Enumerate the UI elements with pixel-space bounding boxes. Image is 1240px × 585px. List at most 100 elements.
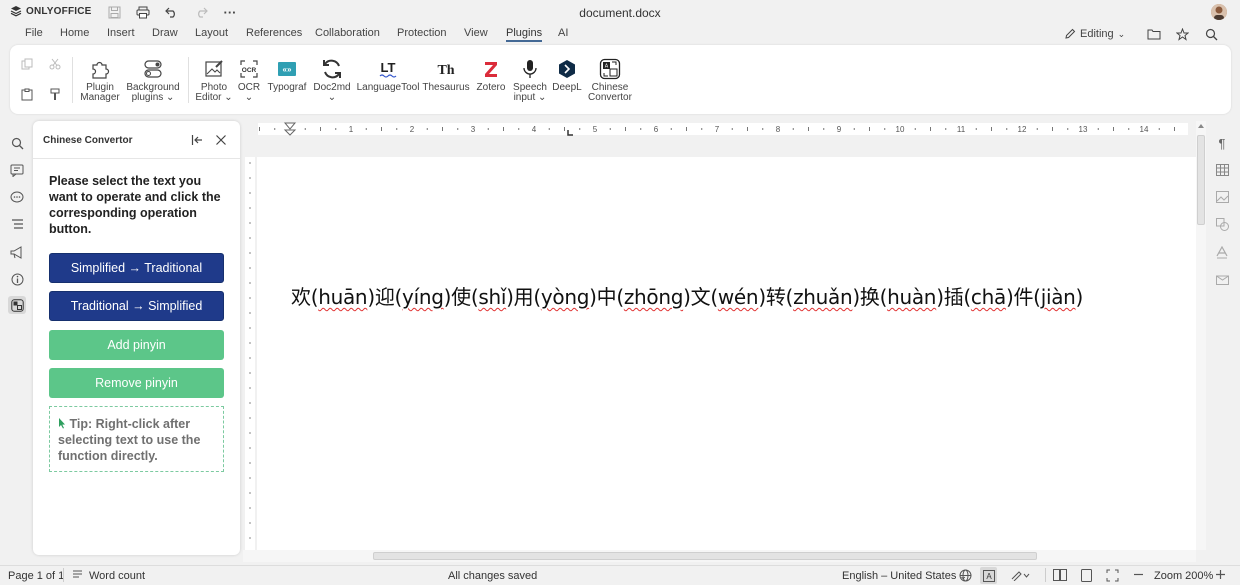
comments-icon[interactable]: [8, 161, 26, 179]
text-art-settings-icon[interactable]: [1213, 243, 1231, 261]
traditional-to-simplified-button[interactable]: Traditional → Simplified: [49, 291, 224, 321]
language-selector[interactable]: English – United States ⌄: [842, 570, 967, 582]
ruler-number: 4: [532, 125, 537, 134]
photo-editor-button[interactable]: Photo Editor ⌄: [194, 57, 234, 103]
mail-merge-icon[interactable]: [1213, 270, 1231, 288]
collapse-panel-icon[interactable]: [191, 134, 203, 146]
chinese-convertor-icon: A: [598, 57, 622, 81]
doc2md-button[interactable]: Doc2md ⌄: [312, 57, 352, 103]
instructions-text: Please select the text you want to opera…: [49, 174, 221, 236]
thesaurus-label: Thesaurus: [422, 82, 470, 93]
languagetool-button[interactable]: LT LanguageTool: [357, 57, 420, 93]
chat-icon[interactable]: [8, 188, 26, 206]
ocr-button[interactable]: OCR OCR ⌄: [234, 57, 264, 103]
chinese-convertor-icon[interactable]: [8, 296, 26, 314]
favorite-star-icon[interactable]: [1173, 25, 1191, 43]
ocr-icon: OCR: [237, 57, 261, 81]
photo-editor-icon: [202, 57, 226, 81]
chinese-convertor-button[interactable]: A Chinese Convertor: [586, 57, 634, 103]
tab-draw[interactable]: Draw: [152, 27, 178, 39]
ruler-number: 2: [410, 125, 415, 134]
tab-file[interactable]: File: [25, 27, 43, 39]
ocr-label-2: ⌄: [244, 92, 254, 103]
plugin-manager-button[interactable]: Plugin Manager: [80, 57, 120, 103]
pinyin-text: zhuǎn: [793, 285, 853, 309]
puzzle-icon: [88, 57, 112, 81]
tab-collaboration[interactable]: Collaboration: [315, 27, 380, 39]
navigation-icon[interactable]: [8, 215, 26, 233]
tab-ai[interactable]: AI: [558, 27, 568, 39]
word-count-icon: [72, 570, 83, 580]
han-character: 文: [690, 285, 711, 309]
zotero-button[interactable]: Zotero: [473, 57, 509, 93]
tab-plugins[interactable]: Plugins: [506, 27, 543, 42]
close-icon[interactable]: [215, 134, 227, 146]
editing-mode-dropdown[interactable]: Editing ⌄: [1064, 28, 1125, 40]
svg-text:A: A: [605, 64, 609, 70]
document-title: document.docx: [579, 6, 661, 20]
ruler-text-area: [258, 123, 1188, 135]
cut-icon[interactable]: [49, 58, 61, 70]
table-settings-icon[interactable]: [1213, 161, 1231, 179]
pinyin-text: huàn: [887, 285, 937, 309]
tab-references[interactable]: References: [246, 27, 302, 39]
vertical-scrollbar[interactable]: [1196, 121, 1206, 550]
tab-protection[interactable]: Protection: [397, 27, 447, 39]
document-page[interactable]: [257, 157, 1196, 550]
ruler-number: 3: [471, 125, 476, 134]
info-icon[interactable]: [8, 270, 26, 288]
format-painter-icon[interactable]: [49, 88, 61, 101]
page-indicator[interactable]: Page 1 of 1: [8, 570, 64, 582]
panel-divider: [33, 158, 240, 159]
paste-icon[interactable]: [21, 88, 33, 101]
search-icon[interactable]: [1202, 25, 1220, 43]
tab-insert[interactable]: Insert: [107, 27, 135, 39]
fit-width-icon[interactable]: [1106, 569, 1119, 582]
ruler-number: 10: [896, 125, 905, 134]
vertical-ruler[interactable]: [243, 157, 257, 550]
fit-page-icon[interactable]: [1081, 569, 1092, 582]
zoom-out-icon[interactable]: [1133, 569, 1144, 580]
multi-page-icon[interactable]: [1053, 569, 1067, 581]
thesaurus-button[interactable]: Th Thesaurus: [422, 57, 470, 93]
doc2md-label-2: ⌄: [327, 92, 337, 103]
horizontal-scrollbar[interactable]: [243, 550, 1196, 562]
avatar[interactable]: [1211, 4, 1227, 20]
feedback-icon[interactable]: [8, 243, 26, 261]
ruler-number: 12: [1018, 125, 1027, 134]
spellcheck-icon[interactable]: A: [980, 567, 997, 584]
document-text[interactable]: 欢(huān)迎(yíng)使(shǐ)用(yòng)中(zhōng)文(wén…: [291, 281, 1083, 310]
tab-layout[interactable]: Layout: [195, 27, 228, 39]
image-settings-icon[interactable]: [1213, 188, 1231, 206]
background-plugins-button[interactable]: Background plugins ⌄: [125, 57, 181, 103]
ruler-number: 7: [715, 125, 720, 134]
save-status: All changes saved: [448, 570, 538, 582]
pinyin-text: yòng: [540, 285, 590, 309]
speech-input-button[interactable]: Speech input ⌄: [512, 57, 548, 103]
tab-home[interactable]: Home: [60, 27, 89, 39]
zoom-level[interactable]: Zoom 200%: [1154, 570, 1213, 582]
han-character: 迎: [374, 285, 395, 309]
tab-view[interactable]: View: [464, 27, 488, 39]
svg-text:LT: LT: [381, 60, 396, 75]
han-character: 转: [765, 285, 786, 309]
globe-icon[interactable]: [959, 569, 972, 582]
copy-icon[interactable]: [21, 58, 33, 70]
remove-pinyin-button[interactable]: Remove pinyin: [49, 368, 224, 398]
search-icon[interactable]: [8, 134, 26, 152]
vertical-scroll-thumb[interactable]: [1197, 135, 1205, 225]
horizontal-ruler[interactable]: 11234567891011121314: [243, 121, 1206, 137]
paragraph-settings-icon[interactable]: ¶: [1213, 134, 1231, 152]
typograf-button[interactable]: «» Typograf: [267, 57, 307, 93]
zoom-in-icon[interactable]: [1215, 569, 1226, 580]
deepl-button[interactable]: DeepL: [550, 57, 584, 93]
status-bar: Page 1 of 1 Word count All changes saved…: [0, 565, 1240, 585]
shape-settings-icon[interactable]: [1213, 215, 1231, 233]
open-location-icon[interactable]: [1145, 25, 1163, 43]
simplified-to-traditional-button[interactable]: Simplified → Traditional: [49, 253, 224, 283]
word-count-button[interactable]: Word count: [89, 570, 145, 582]
add-pinyin-button[interactable]: Add pinyin: [49, 330, 224, 360]
chinese-convertor-panel: Chinese Convertor Please select the text…: [33, 121, 240, 555]
track-changes-icon[interactable]: [1011, 569, 1031, 581]
horizontal-scroll-thumb[interactable]: [373, 552, 1037, 560]
